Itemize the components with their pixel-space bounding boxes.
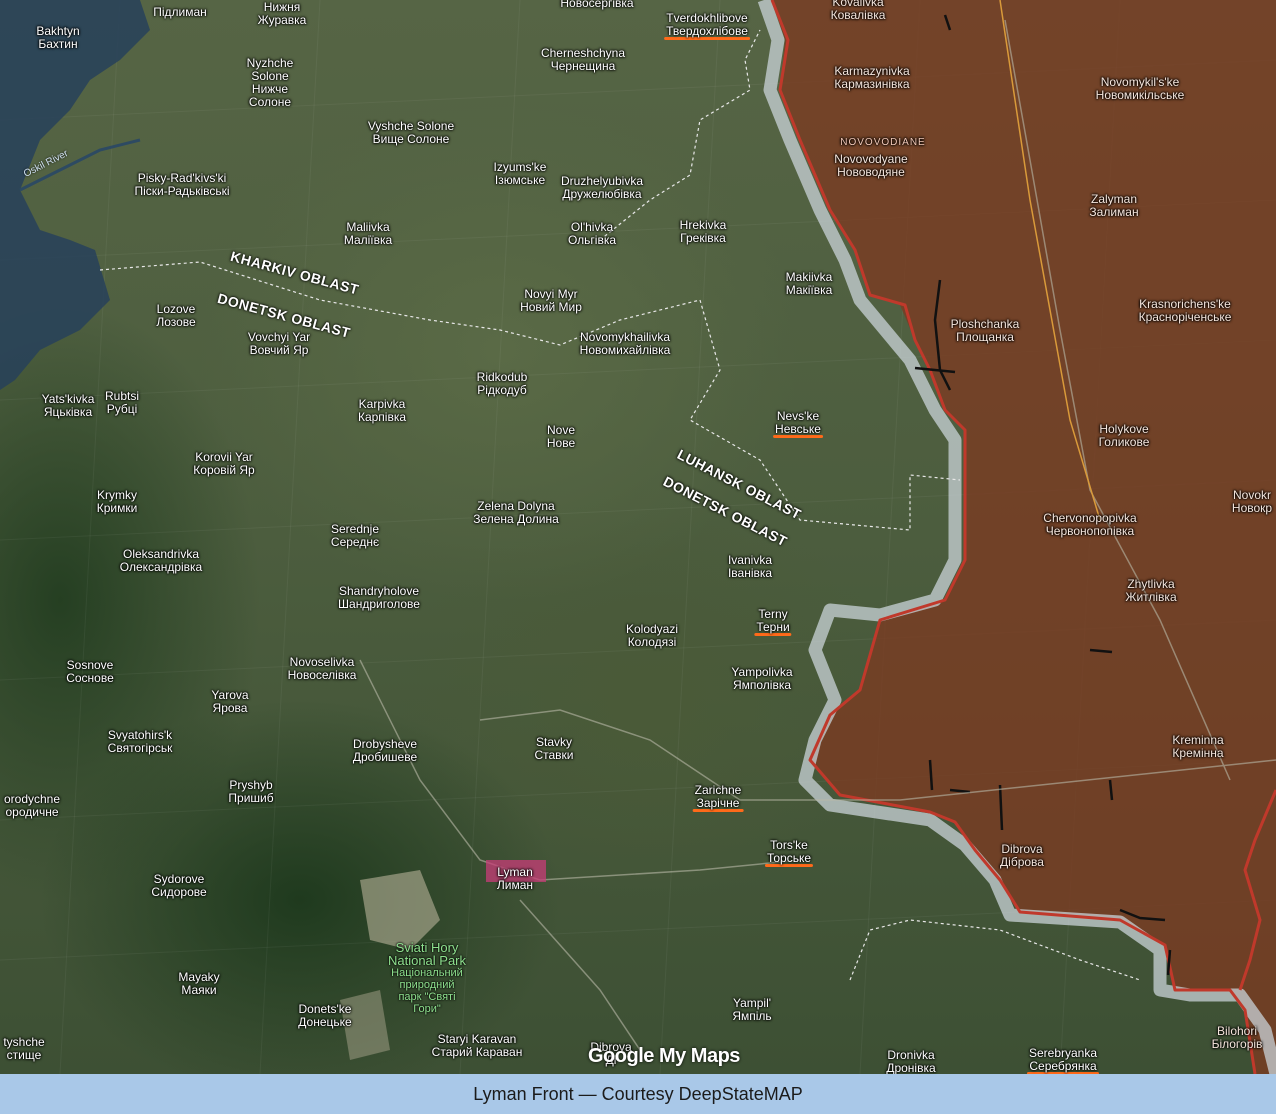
map-canvas[interactable]: KHARKIV OBLAST DONETSK OBLAST LUHANSK OB… bbox=[0, 0, 1276, 1074]
place-staryi-karavan[interactable]: Staryi Karavan Старий Караван bbox=[432, 1033, 523, 1059]
place-nevske[interactable]: Nevs'ke Невське bbox=[775, 410, 821, 438]
place-krasnorichenske[interactable]: Krasnorichens'ke Красноріченське bbox=[1139, 298, 1232, 324]
place-makiivka[interactable]: Makiivka Макіївка bbox=[786, 271, 833, 297]
place-yampil[interactable]: Yampil' Ямпіль bbox=[732, 997, 771, 1023]
place-dronivka[interactable]: Dronivka Дронівка bbox=[886, 1049, 935, 1075]
label-novovodiane-region: NOVOVODIANE bbox=[840, 137, 926, 148]
place-yarova[interactable]: Yarova Ярова bbox=[211, 689, 248, 715]
place-ridkodub[interactable]: Ridkodub Рідкодуб bbox=[477, 371, 528, 397]
oblast-border-south bbox=[849, 919, 1141, 981]
place-kreminna[interactable]: Kreminna Кремінна bbox=[1172, 734, 1223, 760]
place-terny[interactable]: Terny Терни bbox=[756, 608, 789, 636]
place-karpivka[interactable]: Karpivka Карпівка bbox=[358, 398, 406, 424]
place-sydorove[interactable]: Sydorove Сидорове bbox=[151, 873, 206, 899]
place-svyatohirsk[interactable]: Svyatohirs'k Святогірськ bbox=[108, 729, 173, 755]
place-stavky[interactable]: Stavky Ставки bbox=[534, 736, 573, 762]
place-nyzhnia-zhuravka[interactable]: Нижня Журавка bbox=[258, 1, 307, 27]
place-olhivka[interactable]: Ol'hivka Ольгівка bbox=[568, 221, 616, 247]
place-zelena-dolyna[interactable]: Zelena Dolyna Зелена Долина bbox=[470, 500, 562, 526]
place-kolodyazi[interactable]: Kolodyazi Колодязі bbox=[626, 623, 678, 649]
place-kovalivka[interactable]: Kovalivka Ковалівка bbox=[831, 0, 886, 22]
place-novomykilske[interactable]: Novomykil's'ke Новомикільське bbox=[1096, 76, 1185, 102]
place-lyman[interactable]: Lyman Лиман bbox=[497, 866, 533, 892]
place-zarichne[interactable]: Zarichne Зарічне bbox=[695, 784, 742, 812]
place-tverdokhlibove[interactable]: Tverdokhlibove Твердохлібове bbox=[666, 12, 748, 40]
place-hrekivka[interactable]: Hrekivka Греківка bbox=[680, 219, 727, 245]
map-caption: Lyman Front — Courtesy DeepStateMAP bbox=[0, 1074, 1276, 1114]
place-ivanivka[interactable]: Ivanivka Іванівка bbox=[728, 554, 772, 580]
place-karmazynivka[interactable]: Karmazynivka Кармазинівка bbox=[834, 65, 909, 91]
quarry-area bbox=[360, 870, 440, 950]
place-rubtsi[interactable]: Rubtsi Рубці bbox=[105, 390, 139, 416]
place-zalyman[interactable]: Zalyman Залиман bbox=[1089, 193, 1138, 219]
place-druzhelyubivka[interactable]: Druzhelyubivka Дружелюбівка bbox=[561, 175, 643, 201]
place-novovodyane[interactable]: Novovodyane Нововодяне bbox=[834, 153, 907, 179]
place-oleksandrivka[interactable]: Oleksandrivka Олександрівка bbox=[120, 548, 202, 574]
park-name-en-2: National Park bbox=[387, 953, 467, 968]
place-serednje[interactable]: Serednje Середнє bbox=[331, 523, 379, 549]
place-dibrova-east[interactable]: Dibrova Діброва bbox=[1000, 843, 1044, 869]
place-yampolivka[interactable]: Yampolivka Ямполівка bbox=[731, 666, 792, 692]
place-bakhtyn[interactable]: Bakhtyn Бахтин bbox=[36, 25, 79, 51]
place-novoserhivka[interactable]: Новосергівка bbox=[560, 0, 633, 10]
place-nove[interactable]: Nove Нове bbox=[547, 424, 575, 450]
place-zhytlivka[interactable]: Zhytlivka Житлівка bbox=[1125, 578, 1176, 604]
place-chervonopopivka[interactable]: Chervonopopivka Червонопопівка bbox=[1043, 512, 1136, 538]
place-serebryanka[interactable]: Serebryanka Серебрянка bbox=[1029, 1047, 1097, 1074]
place-torske[interactable]: Tors'ke Торське bbox=[767, 839, 811, 867]
google-my-maps-logo: Google My Maps bbox=[588, 1045, 740, 1067]
oskil-reservoir bbox=[0, 0, 150, 390]
place-novokr[interactable]: Novokr Новокр bbox=[1232, 489, 1272, 515]
park-name-uk-3: парк "Святі bbox=[398, 991, 456, 1003]
place-cherneshchyna[interactable]: Cherneshchyna Чернещина bbox=[541, 47, 625, 73]
place-mayaky[interactable]: Mayaky Маяки bbox=[178, 971, 219, 997]
place-pisky-radkivski[interactable]: Pisky-Rad'kivs'ki Піски-Радьківські bbox=[134, 172, 229, 198]
place-yatskivka[interactable]: Yats'kivka Яцьківка bbox=[42, 393, 95, 419]
place-novyi-myr[interactable]: Novyi Myr Новий Мир bbox=[520, 288, 582, 314]
park-name-uk-1: Національний bbox=[391, 967, 463, 979]
place-novomykhailivka[interactable]: Novomykhailivka Новомихайлівка bbox=[580, 331, 671, 357]
place-izyumske[interactable]: Izyums'ke Ізюмське bbox=[494, 161, 547, 187]
place-vovchyi-yar[interactable]: Vovchyi Yar Вовчий Яр bbox=[248, 331, 310, 357]
place-vyshche-solone[interactable]: Vyshche Solone Вище Солоне bbox=[366, 120, 456, 146]
place-bilohorivka[interactable]: Bilohori Білогорів bbox=[1212, 1025, 1263, 1051]
park-name-uk-4: Гори" bbox=[413, 1003, 441, 1015]
place-holykove[interactable]: Holykove Голикове bbox=[1099, 423, 1150, 449]
place-drobysheve[interactable]: Drobysheve Дробишеве bbox=[353, 738, 417, 764]
place-ploshchanka[interactable]: Ploshchanka Площанка bbox=[951, 318, 1020, 344]
place-tyshche[interactable]: tyshche стище bbox=[3, 1036, 44, 1062]
place-korovii-yar[interactable]: Korovii Yar Коровій Яр bbox=[193, 451, 254, 477]
place-krymky[interactable]: Krymky Кримки bbox=[97, 489, 138, 515]
place-pidlyman[interactable]: Підлиман bbox=[153, 6, 207, 19]
place-borodychne[interactable]: orodychne ородичне bbox=[4, 793, 60, 819]
place-maliivka[interactable]: Maliivka Маліївка bbox=[344, 221, 392, 247]
park-name-uk-2: природний bbox=[399, 979, 455, 991]
place-pryshyb[interactable]: Pryshyb Пришиб bbox=[228, 779, 273, 805]
place-sosnove[interactable]: Sosnove Соснове bbox=[66, 659, 114, 685]
place-nyzhche-solone[interactable]: Nyzhche Solone Нижче Солоне bbox=[242, 57, 298, 109]
place-shandryholove[interactable]: Shandryholove Шандриголове bbox=[338, 585, 420, 611]
place-novoselivka[interactable]: Novoselivka Новоселівка bbox=[288, 656, 357, 682]
label-sviati-hory-park[interactable]: Sviati Hory National Park Національний п… bbox=[388, 941, 466, 1015]
place-lozove[interactable]: Lozove Лозове bbox=[156, 303, 195, 329]
place-donetske[interactable]: Donets'ke Донецьке bbox=[298, 1003, 351, 1029]
